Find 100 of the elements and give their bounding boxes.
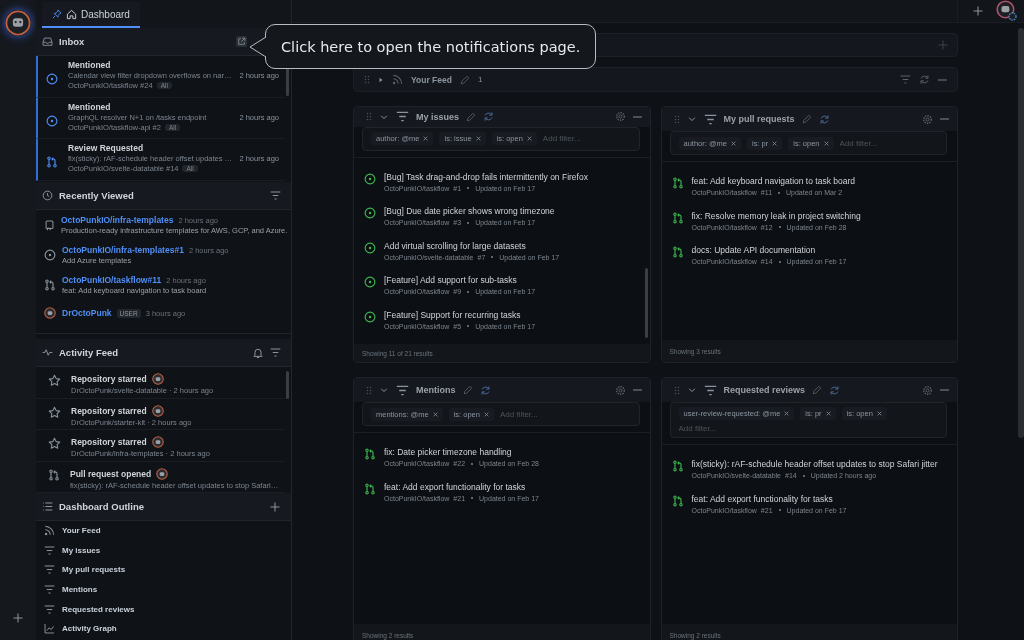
add-button[interactable] bbox=[12, 612, 24, 624]
notification-title: Review Requested bbox=[68, 143, 145, 153]
drag-handle-icon[interactable] bbox=[673, 385, 680, 395]
avatar-icon bbox=[151, 404, 164, 417]
line-chart-icon bbox=[44, 623, 55, 635]
avatar-icon[interactable] bbox=[5, 10, 31, 36]
issue-icon bbox=[46, 73, 58, 85]
remove-icon[interactable] bbox=[825, 411, 831, 416]
new-tab-button[interactable] bbox=[972, 5, 984, 17]
expand-icon[interactable] bbox=[378, 76, 384, 83]
count: 1 bbox=[477, 75, 483, 84]
settings-button[interactable] bbox=[922, 384, 933, 396]
minimize-button[interactable] bbox=[632, 389, 642, 391]
edit-icon[interactable] bbox=[812, 385, 823, 395]
edit-icon[interactable] bbox=[466, 111, 477, 122]
settings-button[interactable] bbox=[922, 113, 933, 125]
pull-request-icon bbox=[364, 448, 376, 460]
rss-icon bbox=[392, 74, 403, 85]
add-icon[interactable] bbox=[937, 39, 949, 51]
pull-request-icon bbox=[48, 468, 60, 481]
collapse-icon[interactable] bbox=[686, 385, 697, 395]
remove-icon[interactable] bbox=[876, 411, 882, 416]
edit-icon[interactable] bbox=[801, 114, 812, 124]
scrollbar bbox=[644, 267, 648, 338]
remove-icon[interactable] bbox=[730, 140, 736, 146]
add-button[interactable] bbox=[269, 500, 281, 513]
outline-item[interactable]: Activity Graph bbox=[36, 618, 291, 639]
filter-icon bbox=[703, 383, 717, 397]
remove-icon[interactable] bbox=[772, 140, 778, 146]
issue-icon bbox=[364, 172, 376, 185]
refresh-button[interactable] bbox=[479, 384, 491, 396]
filter-button[interactable] bbox=[270, 190, 281, 201]
notification-title: Mentioned bbox=[68, 60, 112, 70]
tooltip: Click here to open the notifications page. bbox=[265, 24, 597, 69]
filter-icon bbox=[44, 544, 55, 556]
collapse-icon[interactable] bbox=[686, 114, 697, 124]
activity-title: Repository starred bbox=[71, 405, 147, 416]
collapse-button[interactable] bbox=[938, 78, 947, 81]
item-title: feat: Add export functionality for tasks bbox=[384, 481, 527, 492]
panel-title: Requested reviews bbox=[723, 385, 806, 395]
inbox-icon bbox=[42, 36, 53, 47]
item-title: fix(sticky): rAF-schedule header offset updates to stop Safari jitter bbox=[691, 459, 938, 469]
minimize-button[interactable] bbox=[632, 115, 642, 118]
pull-request-icon bbox=[44, 279, 56, 291]
edit-icon[interactable] bbox=[462, 385, 473, 395]
collapse-icon[interactable] bbox=[379, 385, 389, 395]
notification-title: Mentioned bbox=[68, 101, 112, 112]
home-icon bbox=[66, 8, 77, 20]
item-title: [Feature] Support for recurring tasks bbox=[384, 309, 522, 320]
outline-item[interactable]: My pull requests bbox=[36, 560, 291, 580]
link[interactable]: OctoPunkIO/infra-templates bbox=[61, 215, 174, 225]
pull-request-icon bbox=[364, 482, 376, 495]
refresh-button[interactable] bbox=[919, 74, 930, 85]
outline-item[interactable]: Requested reviews bbox=[36, 599, 291, 619]
settings-button[interactable] bbox=[614, 384, 626, 396]
remove-icon[interactable] bbox=[784, 411, 790, 416]
avatar-icon bbox=[44, 307, 56, 319]
item-title: fix: Resolve memory leak in project switching bbox=[691, 210, 861, 221]
drag-handle-icon[interactable] bbox=[366, 385, 372, 395]
remove-icon[interactable] bbox=[475, 136, 481, 142]
avatar-settings-icon[interactable] bbox=[996, 0, 1018, 22]
remove-icon[interactable] bbox=[432, 411, 438, 417]
notifications-button[interactable] bbox=[252, 346, 264, 359]
filter-icon bbox=[44, 584, 55, 596]
link[interactable]: OctoPunkIO/taskflow#11 bbox=[62, 275, 162, 285]
refresh-button[interactable] bbox=[483, 111, 495, 123]
outline-item[interactable]: Mentions bbox=[36, 579, 291, 600]
remove-icon[interactable] bbox=[526, 136, 532, 142]
drag-handle-icon[interactable] bbox=[366, 112, 372, 122]
dashboard-tab[interactable]: Dashboard bbox=[42, 2, 140, 28]
star-icon bbox=[48, 374, 61, 387]
item-title: docs: Update API documentation bbox=[691, 245, 817, 255]
list-icon bbox=[42, 501, 53, 512]
refresh-button[interactable] bbox=[818, 113, 830, 125]
open-external-button[interactable] bbox=[236, 36, 247, 47]
settings-button[interactable] bbox=[614, 111, 626, 123]
link[interactable]: OctoPunkIO/infra-templates#1 bbox=[62, 245, 184, 255]
drag-handle-icon[interactable] bbox=[673, 114, 680, 124]
filter-icon bbox=[703, 112, 717, 126]
avatar-icon bbox=[156, 467, 169, 480]
filter-button[interactable] bbox=[900, 74, 911, 85]
item-title: [Bug] Task drag-and-drop fails intermittently on Firefox bbox=[384, 171, 588, 182]
filter-icon bbox=[396, 110, 409, 124]
item-title: fix: Date picker timezone handling bbox=[384, 447, 513, 457]
filter-icon bbox=[44, 603, 55, 615]
edit-icon[interactable] bbox=[459, 74, 470, 85]
pull-request-icon bbox=[671, 494, 684, 507]
avatar-icon bbox=[151, 436, 164, 448]
remove-icon[interactable] bbox=[483, 411, 489, 417]
remove-icon[interactable] bbox=[823, 140, 829, 146]
outline-item[interactable]: Your Feed bbox=[36, 521, 291, 541]
drag-handle-icon[interactable] bbox=[364, 75, 370, 84]
filter-button[interactable] bbox=[270, 347, 281, 358]
issue-icon bbox=[364, 276, 376, 289]
section-title: Inbox bbox=[59, 36, 85, 47]
star-icon bbox=[48, 437, 61, 450]
remove-icon[interactable] bbox=[423, 136, 429, 142]
outline-item[interactable]: My issues bbox=[36, 540, 291, 561]
refresh-button[interactable] bbox=[829, 384, 841, 396]
link[interactable]: DrOctoPunk bbox=[62, 308, 112, 318]
